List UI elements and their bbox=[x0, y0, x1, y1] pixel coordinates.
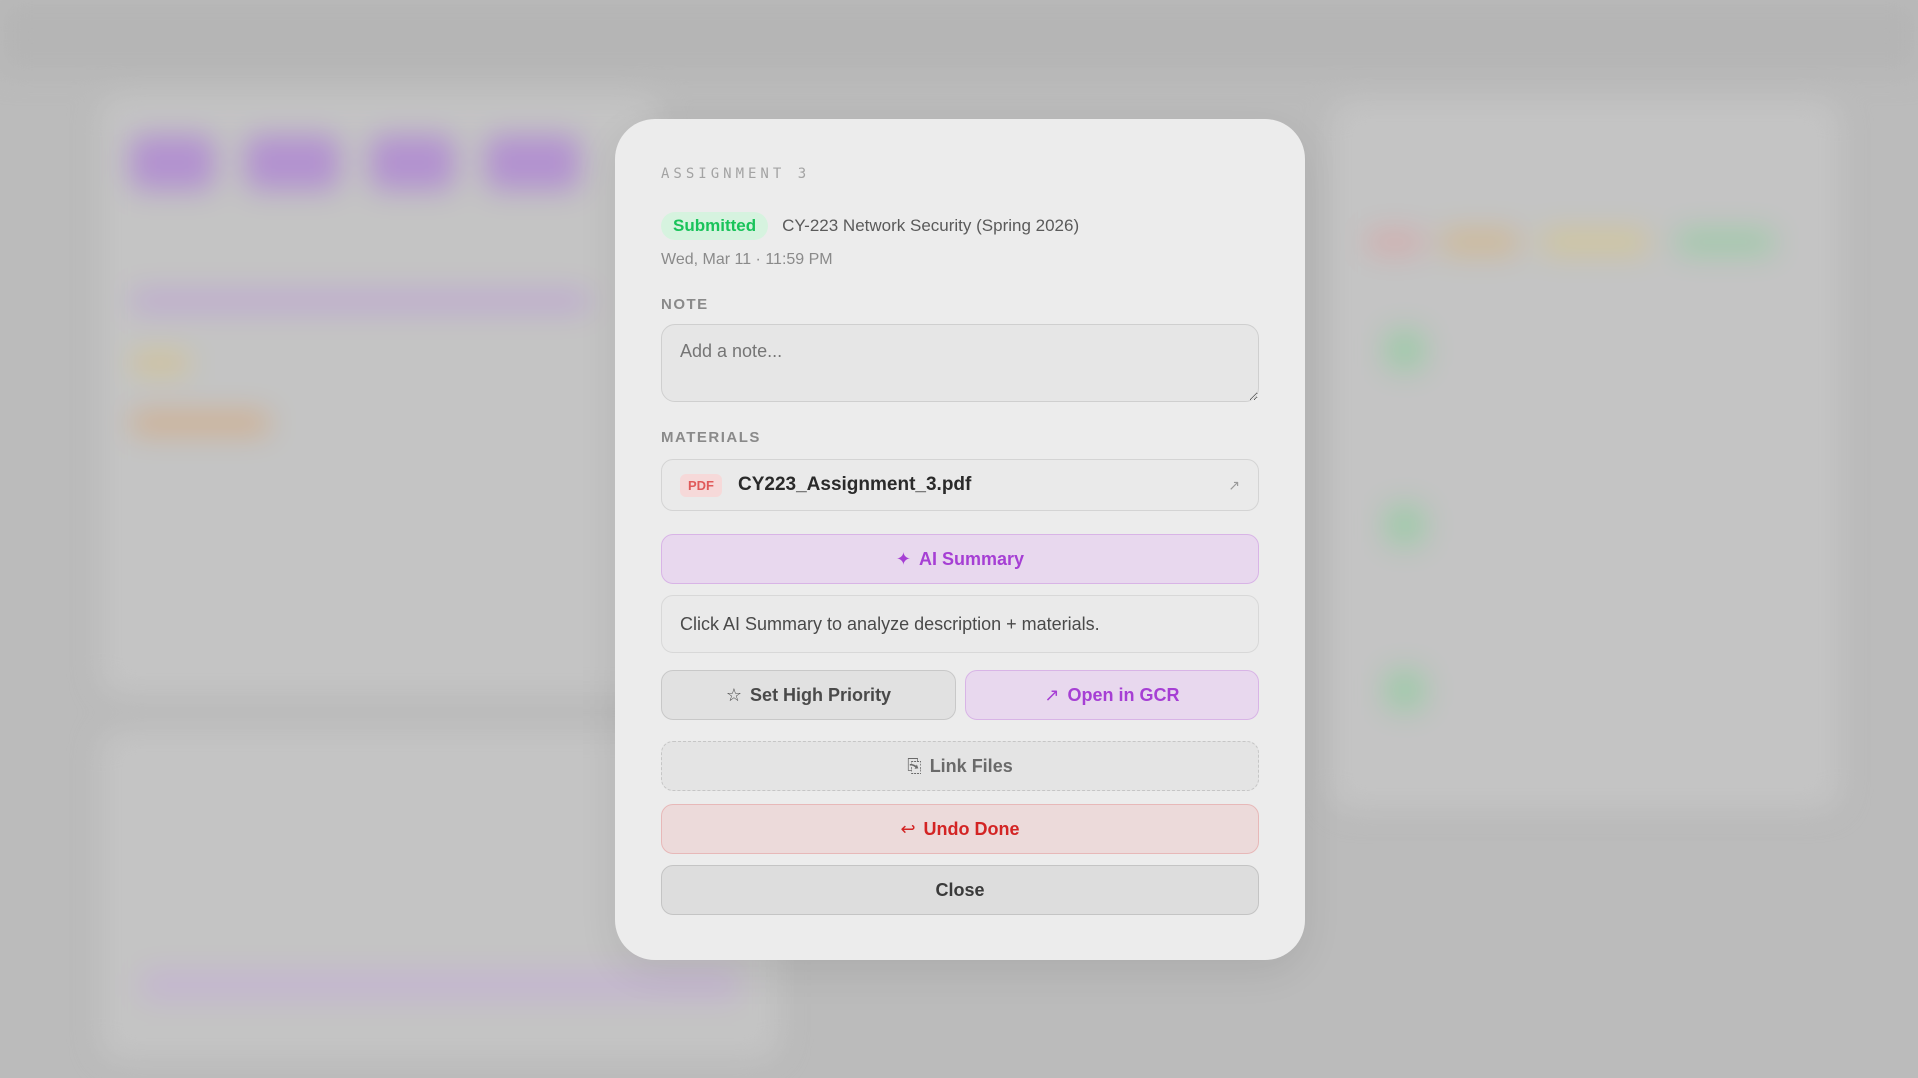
undo-arrow-icon: ↩ bbox=[900, 818, 916, 839]
close-label: Close bbox=[935, 879, 985, 900]
external-link-icon[interactable]: ↗ bbox=[1228, 477, 1240, 494]
link-files-label: Link Files bbox=[929, 755, 1013, 776]
status-badge: Submitted bbox=[661, 212, 769, 240]
due-date: Wed, Mar 11 · 11:59 PM bbox=[661, 251, 833, 268]
material-item[interactable]: PDF CY223_Assignment_3.pdf ↗ bbox=[661, 459, 1259, 511]
open-gcr-label: Open in GCR bbox=[1067, 684, 1180, 705]
pdf-badge: PDF bbox=[680, 473, 722, 497]
ai-summary-output: Click AI Summary to analyze description … bbox=[661, 595, 1259, 653]
open-in-gcr-button[interactable]: ↗ Open in GCR bbox=[965, 670, 1259, 720]
set-high-priority-button[interactable]: ☆ Set High Priority bbox=[661, 670, 956, 720]
materials-label: MATERIALS bbox=[661, 429, 761, 446]
note-label: NOTE bbox=[661, 296, 709, 313]
ai-summary-button[interactable]: ✦ AI Summary bbox=[661, 534, 1259, 584]
sparkle-icon: ✦ bbox=[895, 548, 912, 569]
material-file-name: CY223_Assignment_3.pdf bbox=[738, 474, 972, 495]
assignment-modal: ASSIGNMENT 3 Submitted CY-223 Network Se… bbox=[615, 119, 1305, 960]
close-button[interactable]: Close bbox=[661, 865, 1259, 915]
paperclip-icon: ⎘ bbox=[907, 755, 922, 776]
assignment-meta: Submitted CY-223 Network Security (Sprin… bbox=[661, 212, 1079, 240]
priority-label: Set High Priority bbox=[750, 684, 892, 705]
link-files-button[interactable]: ⎘ Link Files bbox=[661, 741, 1259, 791]
assignment-eyebrow: ASSIGNMENT 3 bbox=[661, 166, 811, 182]
course-name: CY-223 Network Security (Spring 2026) bbox=[782, 216, 1080, 235]
undo-done-button[interactable]: ↩ Undo Done bbox=[661, 804, 1259, 854]
arrow-up-right-icon: ↗ bbox=[1044, 684, 1060, 705]
undo-label: Undo Done bbox=[923, 818, 1020, 839]
star-icon: ☆ bbox=[725, 684, 743, 705]
note-input[interactable] bbox=[661, 324, 1259, 402]
ai-summary-label: AI Summary bbox=[919, 548, 1025, 569]
